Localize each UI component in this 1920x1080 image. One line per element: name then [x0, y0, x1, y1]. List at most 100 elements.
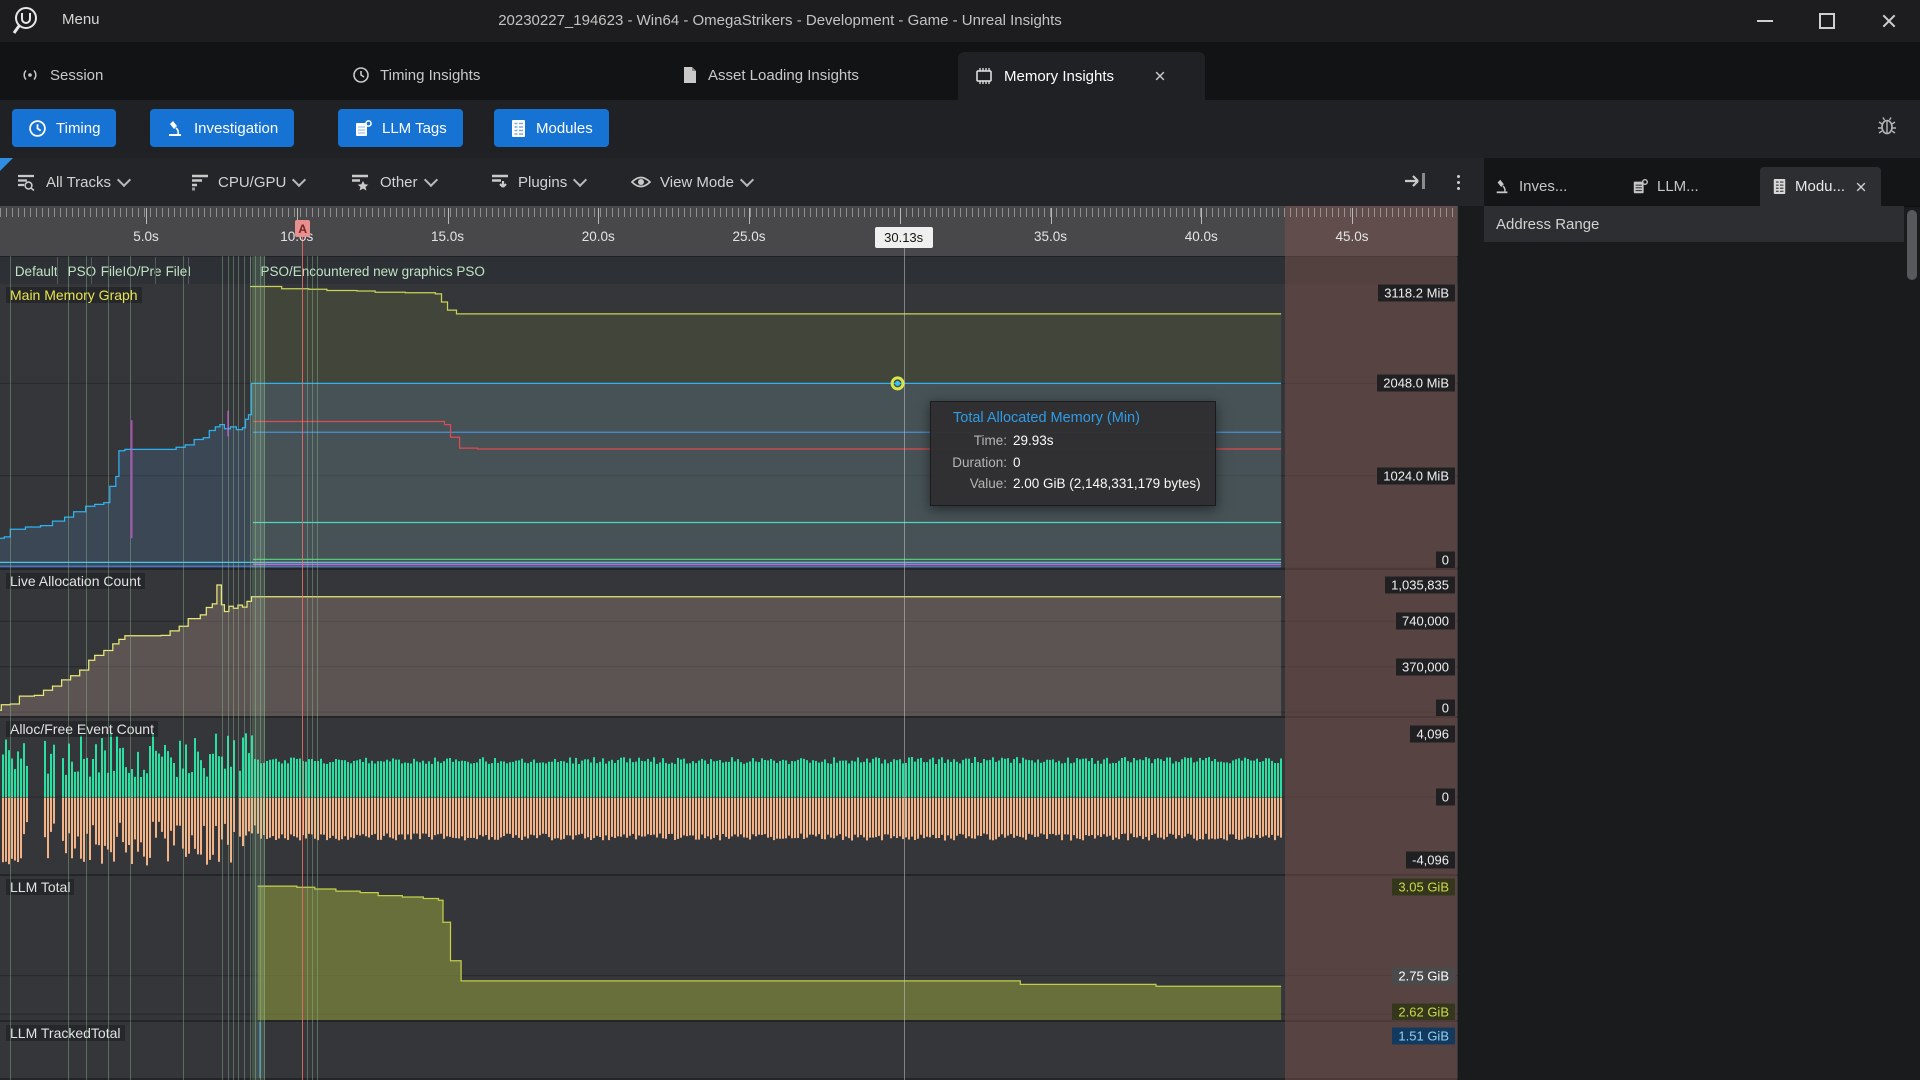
auto-scroll-icon[interactable] [1402, 171, 1428, 191]
other-tracks-icon [350, 173, 372, 191]
corner-triangle-icon [0, 158, 13, 171]
track-title: Live Allocation Count [6, 573, 145, 589]
tooltip-row-value: 0 [1013, 452, 1021, 474]
ruler-tick-label: 40.0s [1161, 229, 1241, 244]
minimize-icon [1757, 20, 1773, 22]
close-icon [1881, 13, 1897, 29]
graph-tracks-area[interactable]: Main Memory Graph3118.2 MiB2048.0 MiB102… [0, 284, 1484, 1080]
axis-value-label: 2.62 GiB [1392, 1004, 1455, 1021]
chevron-down-icon [423, 173, 437, 187]
axis-value-label: 0 [1436, 788, 1455, 805]
tab-asset-loading-insights[interactable]: Asset Loading Insights [682, 58, 859, 92]
ruler-tick-label: 15.0s [408, 229, 488, 244]
chevron-down-icon [117, 173, 131, 187]
close-button[interactable] [1858, 0, 1920, 42]
tags-icon [1632, 178, 1649, 195]
ruler-tick-label: 45.0s [1312, 229, 1392, 244]
button-label: Modules [536, 120, 593, 137]
tab-session[interactable]: Session [20, 58, 103, 92]
maximize-icon [1819, 13, 1835, 29]
series-tooltip: Total Allocated Memory (Min) Time: 29.93s… [930, 401, 1216, 506]
axis-value-label: 3118.2 MiB [1378, 285, 1455, 302]
region-separator [250, 257, 251, 285]
axis-value-label: 3.05 GiB [1392, 878, 1455, 895]
axis-value-label: 1.51 GiB [1392, 1027, 1455, 1044]
bookmark-marker[interactable]: A [295, 220, 310, 237]
minimize-button[interactable] [1734, 0, 1796, 42]
close-tab-icon[interactable] [1856, 181, 1867, 192]
tab-label: Asset Loading Insights [708, 67, 859, 84]
axis-value-label: 1024.0 MiB [1377, 467, 1455, 484]
all-tracks-dropdown[interactable]: All Tracks [16, 158, 129, 206]
axis-value-label: 0 [1436, 552, 1455, 569]
investigation-button[interactable]: Investigation [150, 109, 294, 147]
panel-scrollbar-thumb[interactable] [1907, 210, 1917, 280]
close-tab-icon[interactable] [1155, 71, 1166, 82]
track-graph [0, 1022, 1484, 1078]
kebab-menu-icon[interactable] [1457, 175, 1460, 178]
ruler-tick [598, 208, 599, 224]
main-tab-bar: Session Timing Insights Asset Loading In… [0, 42, 1920, 100]
track-title: LLM TrackedTotal [6, 1025, 125, 1041]
memory-insights-toolbar: Timing Investigation LLM Tags [0, 100, 1920, 159]
dropdown-label: View Mode [660, 174, 734, 191]
modules-icon [1772, 178, 1787, 195]
maximize-button[interactable] [1796, 0, 1858, 42]
tab-label: Timing Insights [380, 67, 480, 84]
cpu-gpu-dropdown[interactable]: CPU/GPU [190, 158, 304, 206]
ruler-minor-ticks [0, 208, 1458, 217]
tooltip-row-value: 2.00 GiB (2,148,331,179 bytes) [1013, 473, 1201, 495]
tab-label: Memory Insights [1004, 68, 1114, 85]
details-panel: Inves... LLM... Modu... Add [1484, 158, 1920, 1080]
track-llm-trackedtotal[interactable]: LLM TrackedTotal 1.51 GiB [0, 1022, 1484, 1080]
timing-button[interactable]: Timing [12, 109, 116, 147]
other-tracks-dropdown[interactable]: Other [350, 158, 436, 206]
tooltip-row-value: 29.93s [1013, 430, 1054, 452]
plugins-dropdown[interactable]: Plugins [490, 158, 585, 206]
tooltip-row-label: Value: [941, 473, 1007, 495]
llm-tags-button[interactable]: LLM Tags [338, 109, 463, 147]
tooltip-row-label: Time: [941, 430, 1007, 452]
modules-icon [510, 119, 527, 138]
ruler-tick [1201, 208, 1202, 224]
tab-memory-insights[interactable]: Memory Insights [958, 52, 1205, 100]
view-mode-dropdown[interactable]: View Mode [630, 158, 752, 206]
track-llm-total[interactable]: LLM Total3.05 GiB2.75 GiB2.62 GiB [0, 876, 1484, 1022]
ruler-tick [749, 208, 750, 224]
region-separator [188, 257, 189, 285]
clock-icon [28, 119, 47, 138]
tab-investigation-panel[interactable]: Inves... [1494, 167, 1567, 206]
modules-button[interactable]: Modules [494, 109, 609, 147]
plugins-icon [490, 173, 510, 191]
timing-region-label: FileIO/Pre [95, 257, 162, 285]
axis-value-label: -4,096 [1406, 852, 1455, 869]
tooltip-title: Total Allocated Memory (Min) [953, 410, 1201, 426]
track-alloc-free-event-count[interactable]: Alloc/Free Event Count4,0960-4,096 [0, 718, 1484, 876]
time-ruler[interactable]: 5.0s10.0s15.0s20.0s25.0s35.0s40.0s45.0s3… [0, 206, 1484, 256]
ruler-tick-label: 20.0s [558, 229, 638, 244]
tab-timing-insights[interactable]: Timing Insights [352, 58, 480, 92]
tab-label: Modu... [1795, 178, 1845, 195]
track-graph [0, 284, 1484, 568]
timing-regions-strip[interactable]: DefaultPSOFileIO/PreFileIPSO/Encountered… [0, 256, 1484, 284]
tab-label: Session [50, 67, 103, 84]
track-graph [0, 718, 1484, 874]
tab-label: Inves... [1519, 178, 1567, 195]
track-live-allocation-count[interactable]: Live Allocation Count1,035,835740,000370… [0, 570, 1484, 718]
track-graph [0, 570, 1484, 716]
ruler-tick-label: 25.0s [709, 229, 789, 244]
cpu-gpu-icon [190, 173, 210, 191]
timeline-right-gutter [1458, 206, 1484, 1080]
track-main-memory-graph[interactable]: Main Memory Graph3118.2 MiB2048.0 MiB102… [0, 284, 1484, 570]
dropdown-label: CPU/GPU [218, 174, 286, 191]
title-bar: Menu 20230227_194623 - Win64 - OmegaStri… [0, 0, 1920, 43]
dropdown-label: Other [380, 174, 418, 191]
axis-value-label: 370,000 [1396, 658, 1455, 675]
tab-llm-panel[interactable]: LLM... [1632, 167, 1699, 206]
tab-modules-panel[interactable]: Modu... [1760, 167, 1881, 206]
address-range-header[interactable]: Address Range [1484, 206, 1904, 242]
file-icon [682, 66, 698, 84]
details-panel-tab-bar: Inves... LLM... Modu... [1484, 158, 1920, 207]
axis-value-label: 4,096 [1410, 725, 1455, 742]
bug-icon[interactable] [1876, 115, 1898, 137]
